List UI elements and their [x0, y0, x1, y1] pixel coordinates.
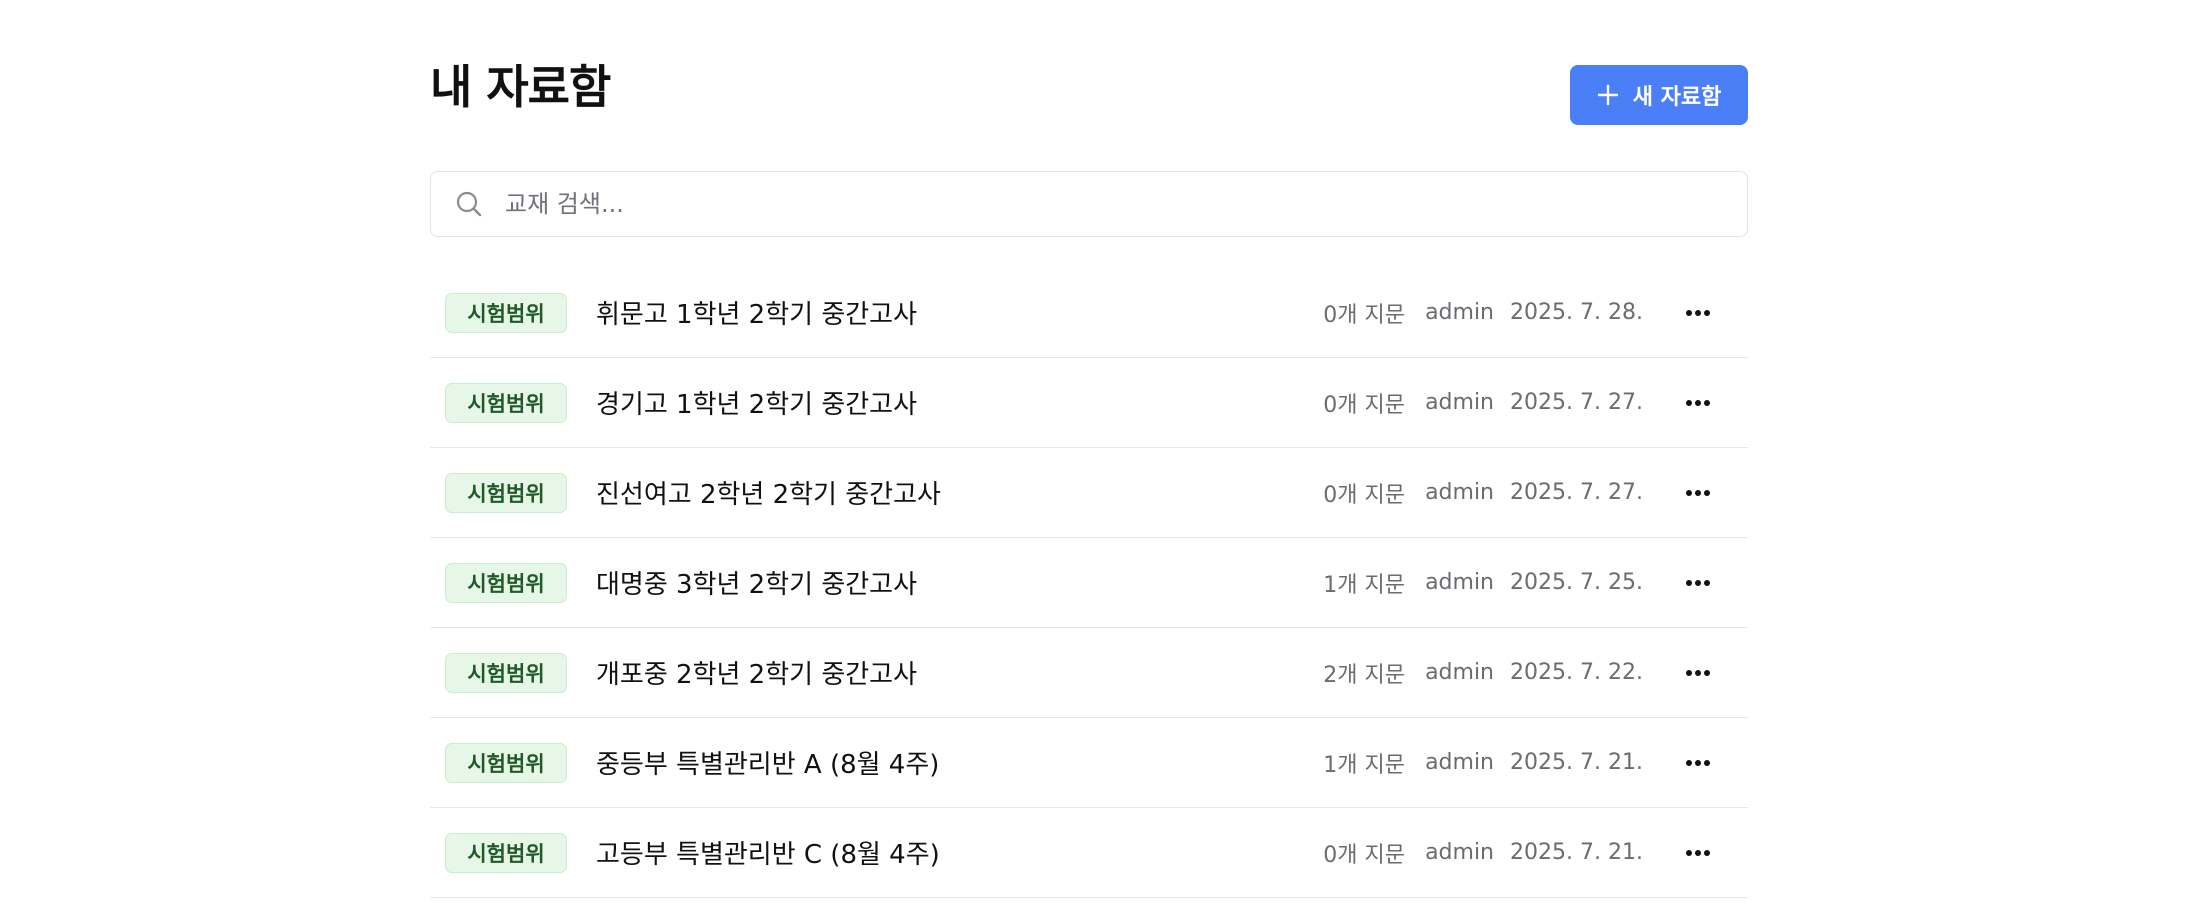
item-date: 2025. 7. 21. — [1510, 750, 1643, 775]
item-author: admin — [1425, 570, 1494, 595]
search-icon — [455, 190, 483, 218]
item-author: admin — [1425, 840, 1494, 865]
more-options-icon[interactable] — [1678, 743, 1718, 783]
item-title: 중등부 특별관리반 A (8월 4주) — [596, 750, 940, 780]
plus-icon — [1597, 84, 1619, 106]
passage-count: 0개 지문 — [1323, 842, 1405, 868]
item-title: 휘문고 1학년 2학기 중간고사 — [596, 300, 917, 330]
passage-count: 0개 지문 — [1323, 482, 1405, 508]
search-bar — [430, 171, 1748, 237]
page-header: 내 자료함 새 자료함 — [430, 0, 1748, 170]
item-date: 2025. 7. 22. — [1510, 660, 1643, 685]
category-badge: 시험범위 — [445, 382, 567, 423]
more-options-icon[interactable] — [1678, 833, 1718, 873]
item-title: 대명중 3학년 2학기 중간고사 — [596, 570, 917, 600]
page-title: 내 자료함 — [430, 60, 611, 114]
list-item[interactable]: 시험범위 진선여고 2학년 2학기 중간고사 0개 지문 admin 2025.… — [430, 448, 1748, 538]
list-item[interactable]: 시험범위 대명중 3학년 2학기 중간고사 1개 지문 admin 2025. … — [430, 538, 1748, 628]
item-date: 2025. 7. 27. — [1510, 480, 1643, 505]
item-title: 진선여고 2학년 2학기 중간고사 — [596, 480, 941, 510]
list-item[interactable]: 시험범위 경기고 1학년 2학기 중간고사 0개 지문 admin 2025. … — [430, 358, 1748, 448]
item-date: 2025. 7. 27. — [1510, 390, 1643, 415]
list-item[interactable]: 시험범위 개포중 2학년 2학기 중간고사 2개 지문 admin 2025. … — [430, 628, 1748, 718]
new-library-button-label: 새 자료함 — [1632, 85, 1722, 110]
passage-count: 0개 지문 — [1323, 302, 1405, 328]
more-options-icon[interactable] — [1678, 293, 1718, 333]
library-list: 시험범위 휘문고 1학년 2학기 중간고사 0개 지문 admin 2025. … — [430, 268, 1748, 898]
passage-count: 0개 지문 — [1323, 392, 1405, 418]
item-author: admin — [1425, 660, 1494, 685]
list-item[interactable]: 시험범위 중등부 특별관리반 A (8월 4주) 1개 지문 admin 202… — [430, 718, 1748, 808]
library-page: 내 자료함 새 자료함 시험범위 휘문고 1학년 2학기 중간고사 0개 지문 … — [430, 0, 1748, 898]
category-badge: 시험범위 — [445, 472, 567, 513]
item-author: admin — [1425, 390, 1494, 415]
item-date: 2025. 7. 28. — [1510, 300, 1643, 325]
item-author: admin — [1425, 480, 1494, 505]
item-author: admin — [1425, 750, 1494, 775]
item-title: 경기고 1학년 2학기 중간고사 — [596, 390, 917, 420]
category-badge: 시험범위 — [445, 742, 567, 783]
list-item[interactable]: 시험범위 휘문고 1학년 2학기 중간고사 0개 지문 admin 2025. … — [430, 268, 1748, 358]
passage-count: 2개 지문 — [1323, 662, 1405, 688]
category-badge: 시험범위 — [445, 292, 567, 333]
more-options-icon[interactable] — [1678, 653, 1718, 693]
item-title: 개포중 2학년 2학기 중간고사 — [596, 660, 917, 690]
item-author: admin — [1425, 300, 1494, 325]
list-item[interactable]: 시험범위 고등부 특별관리반 C (8월 4주) 0개 지문 admin 202… — [430, 808, 1748, 898]
category-badge: 시험범위 — [445, 832, 567, 873]
more-options-icon[interactable] — [1678, 563, 1718, 603]
item-date: 2025. 7. 25. — [1510, 570, 1643, 595]
search-input[interactable] — [503, 171, 1747, 237]
item-title: 고등부 특별관리반 C (8월 4주) — [596, 840, 940, 870]
item-date: 2025. 7. 21. — [1510, 840, 1643, 865]
passage-count: 1개 지문 — [1323, 752, 1405, 778]
more-options-icon[interactable] — [1678, 383, 1718, 423]
category-badge: 시험범위 — [445, 562, 567, 603]
new-library-button[interactable]: 새 자료함 — [1570, 65, 1748, 125]
category-badge: 시험범위 — [445, 652, 567, 693]
passage-count: 1개 지문 — [1323, 572, 1405, 598]
more-options-icon[interactable] — [1678, 473, 1718, 513]
